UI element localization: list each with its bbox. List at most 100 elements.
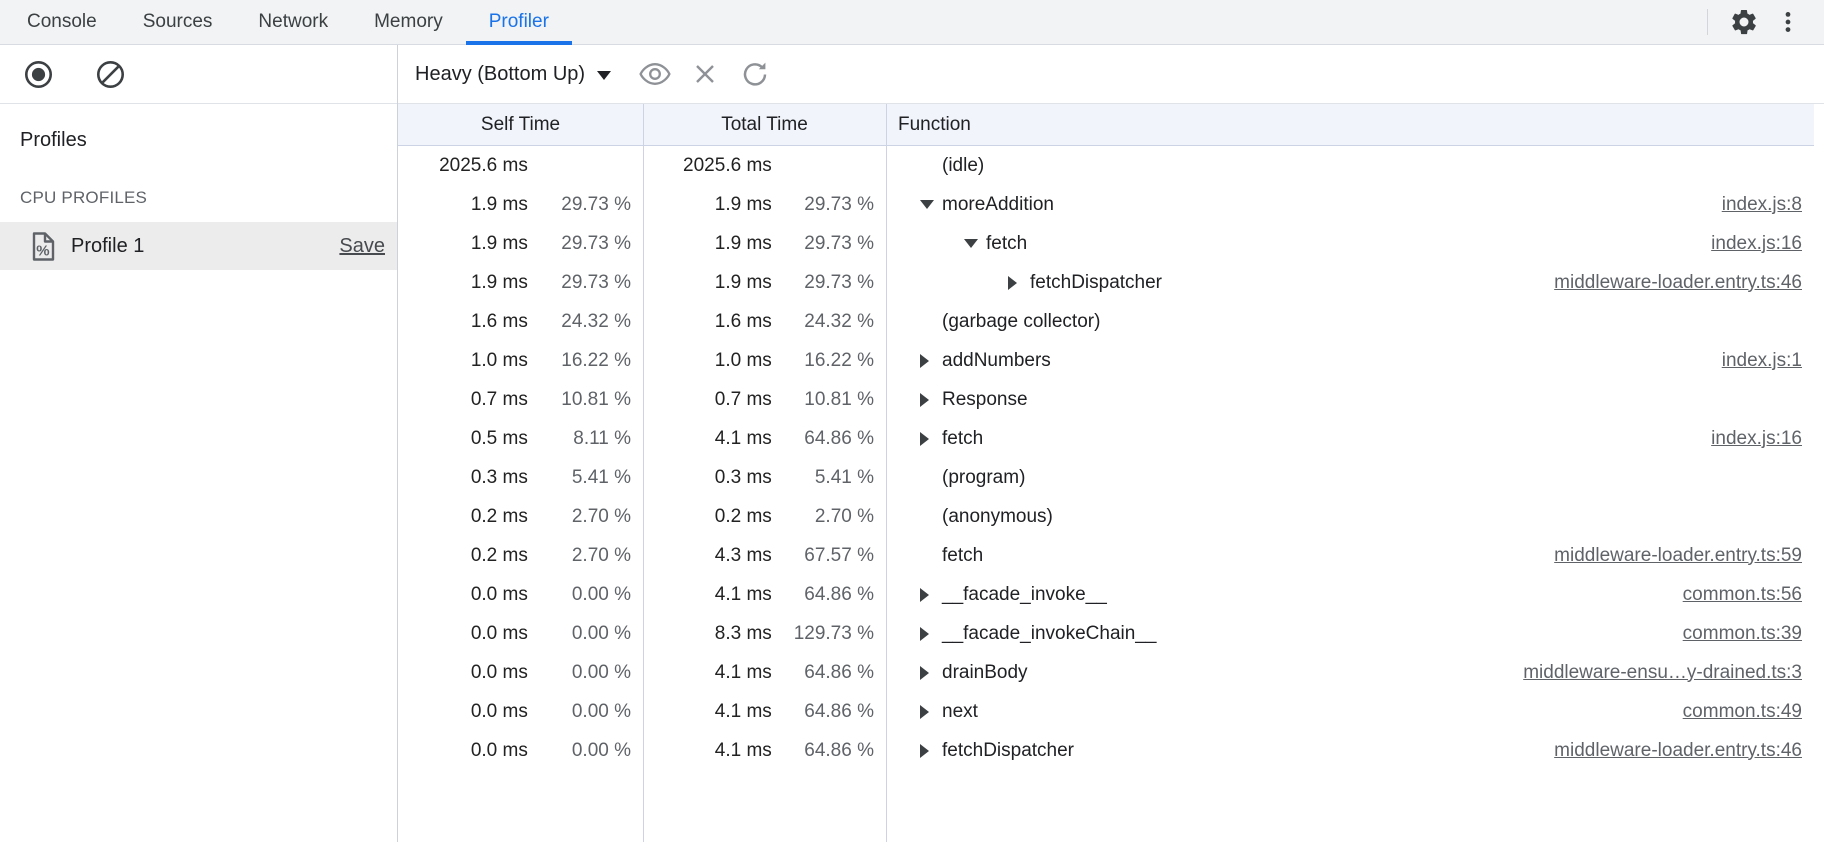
more-options-button[interactable] [1766, 0, 1810, 44]
profile-table-row[interactable]: 0.2 ms2.70 %4.3 ms67.57 %fetchmiddleware… [398, 536, 1814, 575]
function-name: __facade_invokeChain__ [942, 623, 1156, 645]
expanded-arrow-icon[interactable] [920, 200, 942, 209]
collapsed-arrow-icon[interactable] [920, 393, 942, 407]
self-time-cell-percent: 24.32 % [528, 311, 643, 333]
save-profile-link[interactable]: Save [339, 235, 385, 258]
self-time-cell: 0.0 ms0.00 % [398, 740, 643, 762]
column-header-function[interactable]: Function [886, 114, 1814, 136]
view-mode-dropdown[interactable]: Heavy (Bottom Up) [415, 63, 611, 86]
source-location-link[interactable]: index.js:16 [1711, 428, 1814, 450]
tab-network[interactable]: Network [235, 0, 351, 44]
profile-table-row[interactable]: 0.7 ms10.81 %0.7 ms10.81 %Response [398, 380, 1814, 419]
function-name: (garbage collector) [942, 311, 1100, 333]
total-time-cell: 1.9 ms29.73 % [643, 233, 886, 255]
profile-table-row[interactable]: 2025.6 ms2025.6 ms(idle) [398, 146, 1814, 185]
profile-table-row[interactable]: 0.2 ms2.70 %0.2 ms2.70 %(anonymous) [398, 497, 1814, 536]
self-time-cell: 1.6 ms24.32 % [398, 311, 643, 333]
function-cell: drainBodymiddleware-ensu…y-drained.ts:3 [886, 662, 1814, 684]
self-time-cell-ms: 0.0 ms [398, 623, 528, 645]
profile-data-grid: Self Time Total Time Function 2025.6 ms2… [398, 104, 1814, 842]
column-divider[interactable] [886, 104, 887, 842]
function-name: fetch [986, 233, 1027, 255]
source-location-link[interactable]: middleware-loader.entry.ts:46 [1554, 740, 1814, 762]
tab-memory[interactable]: Memory [351, 0, 466, 44]
profiles-heading: Profiles [0, 104, 397, 152]
expanded-arrow-icon[interactable] [964, 239, 986, 248]
profile-table-row[interactable]: 1.9 ms29.73 %1.9 ms29.73 %moreAdditionin… [398, 185, 1814, 224]
collapsed-arrow-icon[interactable] [920, 588, 942, 602]
function-name: (anonymous) [942, 506, 1053, 528]
source-location-link[interactable]: middleware-loader.entry.ts:46 [1554, 272, 1814, 294]
total-time-cell-ms: 4.1 ms [643, 740, 772, 762]
function-cell: (program) [886, 467, 1814, 489]
function-name: Response [942, 389, 1028, 411]
tab-sources[interactable]: Sources [120, 0, 236, 44]
total-time-cell-ms: 1.9 ms [643, 194, 772, 216]
self-time-cell-ms: 1.6 ms [398, 311, 528, 333]
profile-table-row[interactable]: 1.9 ms29.73 %1.9 ms29.73 %fetchDispatche… [398, 263, 1814, 302]
profile-table-row[interactable]: 1.6 ms24.32 %1.6 ms24.32 %(garbage colle… [398, 302, 1814, 341]
self-time-cell: 1.9 ms29.73 % [398, 194, 643, 216]
source-location-link[interactable]: middleware-ensu…y-drained.ts:3 [1523, 662, 1814, 684]
sidebar-item-profile-1[interactable]: % Profile 1 Save [0, 222, 397, 270]
self-time-cell-ms: 1.0 ms [398, 350, 528, 372]
source-location-link[interactable]: index.js:1 [1722, 350, 1814, 372]
profile-table-row[interactable]: 0.0 ms0.00 %4.1 ms64.86 %__facade_invoke… [398, 575, 1814, 614]
total-time-cell-percent: 64.86 % [772, 584, 886, 606]
total-time-cell-ms: 1.9 ms [643, 233, 772, 255]
function-cell: fetchindex.js:16 [886, 428, 1814, 450]
total-time-cell-percent: 29.73 % [772, 272, 886, 294]
collapsed-arrow-icon[interactable] [1008, 276, 1030, 290]
source-location-link[interactable]: common.ts:49 [1683, 701, 1814, 723]
restore-functions-button[interactable] [737, 56, 773, 92]
function-name: fetchDispatcher [942, 740, 1074, 762]
exclude-function-button[interactable] [687, 56, 723, 92]
function-cell: addNumbersindex.js:1 [886, 350, 1814, 372]
source-location-link[interactable]: index.js:8 [1722, 194, 1814, 216]
record-button[interactable] [20, 56, 56, 92]
svg-text:%: % [36, 242, 49, 259]
source-location-link[interactable]: common.ts:39 [1683, 623, 1814, 645]
collapsed-arrow-icon[interactable] [920, 705, 942, 719]
gear-icon [1729, 7, 1759, 37]
collapsed-arrow-icon[interactable] [920, 666, 942, 680]
profile-table-row[interactable]: 0.0 ms0.00 %8.3 ms129.73 %__facade_invok… [398, 614, 1814, 653]
total-time-cell-percent: 24.32 % [772, 311, 886, 333]
profile-table-row[interactable]: 0.0 ms0.00 %4.1 ms64.86 %nextcommon.ts:4… [398, 692, 1814, 731]
column-header-total-time[interactable]: Total Time [643, 114, 886, 136]
collapsed-arrow-icon[interactable] [920, 627, 942, 641]
profile-table-row[interactable]: 1.9 ms29.73 %1.9 ms29.73 % fetch index.js:… [398, 224, 1814, 263]
collapsed-arrow-icon[interactable] [920, 744, 942, 758]
total-time-cell: 4.1 ms64.86 % [643, 740, 886, 762]
profile-table-row[interactable]: 0.5 ms8.11 %4.1 ms64.86 %fetchindex.js:1… [398, 419, 1814, 458]
source-location-link[interactable]: common.ts:56 [1683, 584, 1814, 606]
total-time-cell-percent: 5.41 % [772, 467, 886, 489]
total-time-cell-ms: 2025.6 ms [643, 155, 772, 177]
focus-function-button[interactable] [637, 56, 673, 92]
tab-profiler[interactable]: Profiler [466, 0, 572, 44]
total-time-cell-percent: 29.73 % [772, 233, 886, 255]
profile-table-row[interactable]: 1.0 ms16.22 %1.0 ms16.22 %addNumbersinde… [398, 341, 1814, 380]
collapsed-arrow-icon[interactable] [920, 432, 942, 446]
total-time-cell-ms: 4.3 ms [643, 545, 772, 567]
source-location-link[interactable]: middleware-loader.entry.ts:59 [1554, 545, 1814, 567]
settings-button[interactable] [1722, 0, 1766, 44]
function-cell: Response [886, 389, 1814, 411]
profile-table-row[interactable]: 0.3 ms5.41 %0.3 ms5.41 %(program) [398, 458, 1814, 497]
profile-table-row[interactable]: 0.0 ms0.00 %4.1 ms64.86 %drainBodymiddle… [398, 653, 1814, 692]
source-location-link[interactable]: index.js:16 [1711, 233, 1814, 255]
clear-profiles-button[interactable] [92, 56, 128, 92]
self-time-cell-percent: 2.70 % [528, 506, 643, 528]
self-time-cell: 0.3 ms5.41 % [398, 467, 643, 489]
function-cell: fetchDispatcher middleware-loader.entry.t… [886, 740, 1814, 762]
self-time-cell-ms: 0.0 ms [398, 662, 528, 684]
column-header-self-time[interactable]: Self Time [398, 114, 643, 136]
record-icon [23, 59, 54, 90]
self-time-cell-ms: 0.0 ms [398, 701, 528, 723]
column-divider[interactable] [643, 104, 644, 842]
collapsed-arrow-icon[interactable] [920, 354, 942, 368]
tab-console[interactable]: Console [4, 0, 120, 44]
self-time-cell-percent: 29.73 % [528, 194, 643, 216]
self-time-cell: 1.0 ms16.22 % [398, 350, 643, 372]
profile-table-row[interactable]: 0.0 ms0.00 %4.1 ms64.86 %fetchDispatcher… [398, 731, 1814, 770]
